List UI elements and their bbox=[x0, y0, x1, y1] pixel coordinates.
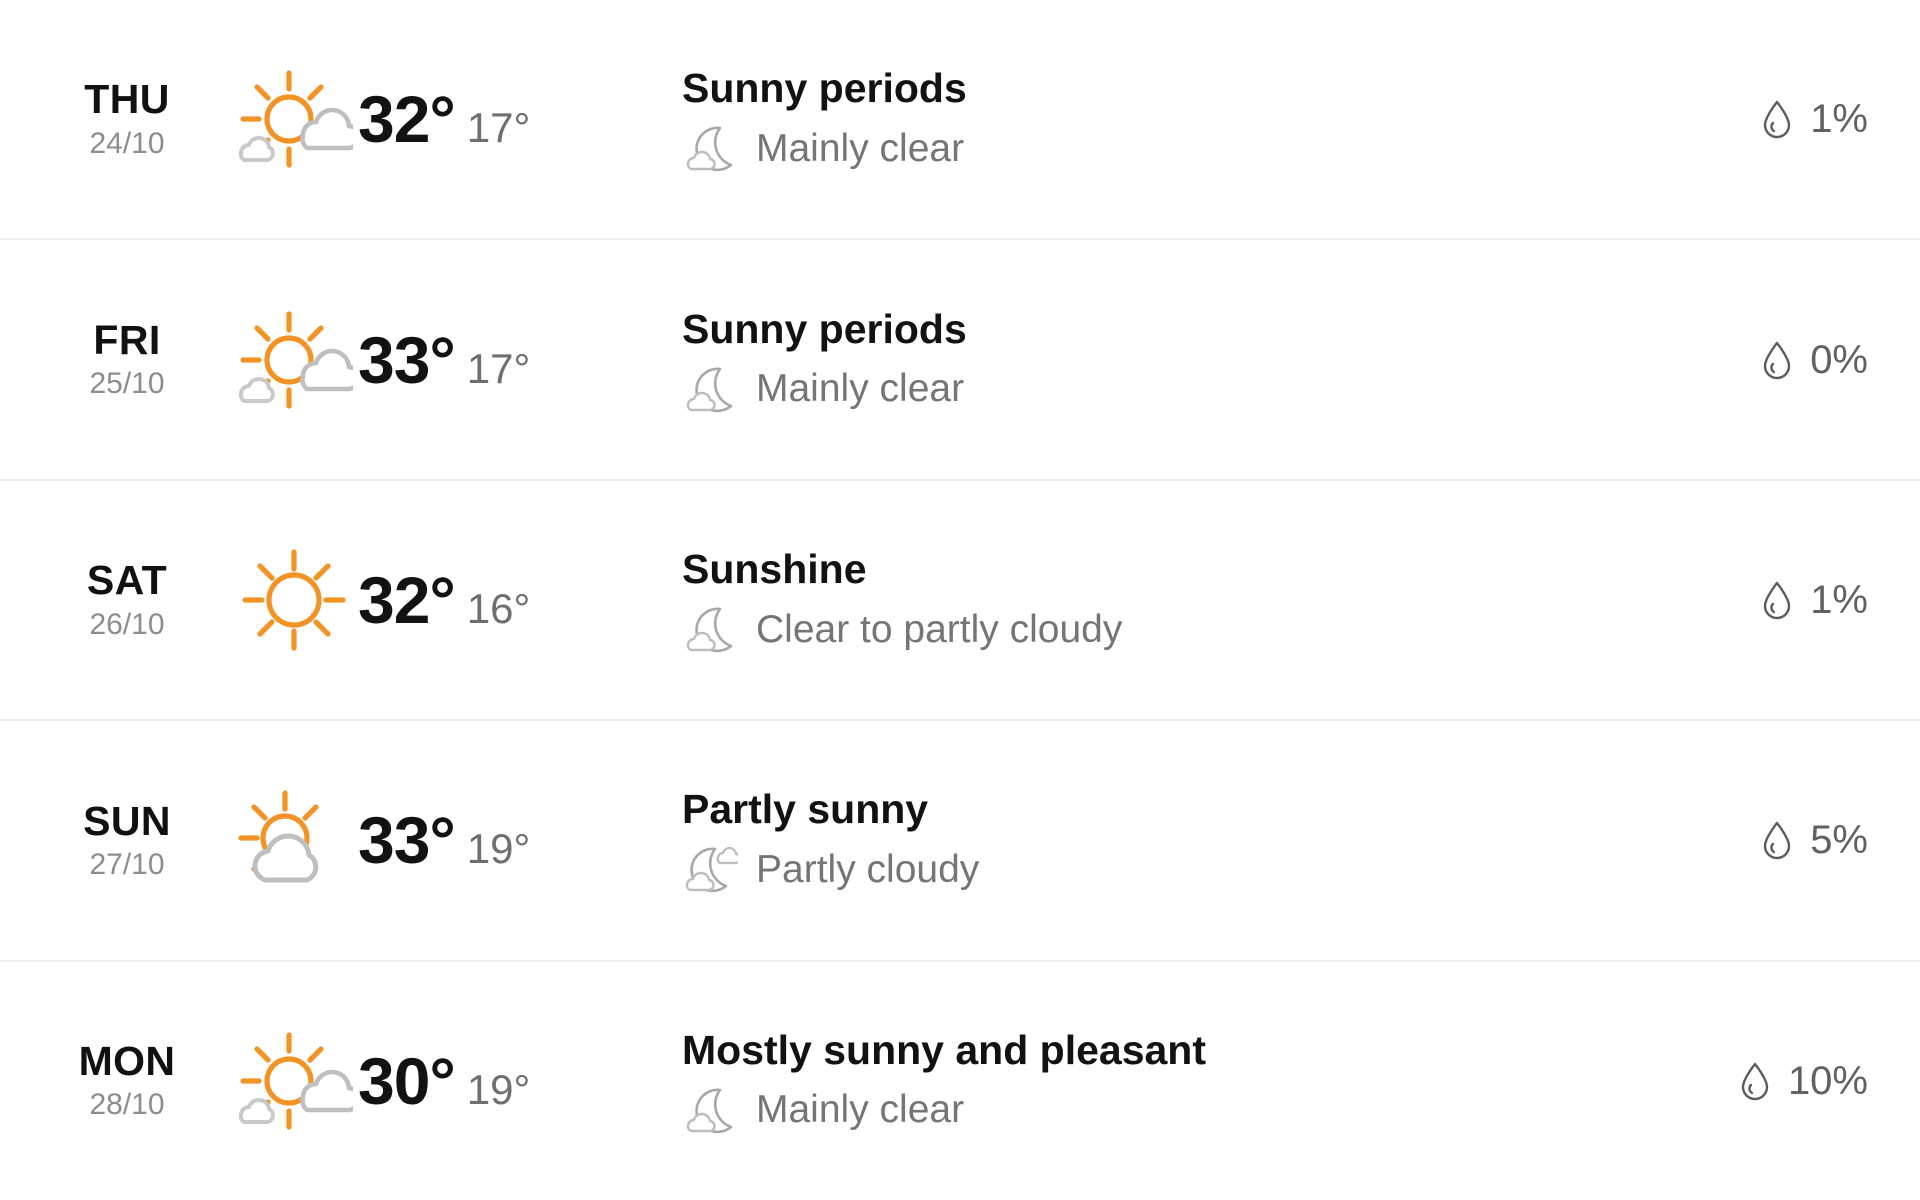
crescent-moon-with-cloud-icon bbox=[682, 123, 740, 175]
forecast-row[interactable]: SAT 26/10 32° 16° Sunshine Clear to partly … bbox=[0, 480, 1920, 722]
day-date-column: SAT 26/10 bbox=[34, 556, 220, 644]
temperature-column: 32° 16° bbox=[220, 545, 620, 655]
day-name: THU bbox=[84, 76, 170, 123]
crescent-moon-with-cloud-icon bbox=[682, 364, 740, 416]
night-description: Mainly clear bbox=[756, 1088, 965, 1132]
description-column: Sunshine Clear to partly cloudy bbox=[620, 544, 1650, 656]
precipitation-column: 1% bbox=[1650, 578, 1880, 622]
day-description: Sunshine bbox=[682, 546, 867, 592]
forecast-row[interactable]: FRI 25/10 33° 17° Sunny periods Mainly clea… bbox=[0, 240, 1920, 481]
day-date: 26/10 bbox=[89, 607, 165, 641]
day-description: Sunny periods bbox=[682, 305, 967, 352]
night-description-row: Partly cloudy bbox=[682, 844, 1650, 896]
night-description-row: Mainly clear bbox=[682, 123, 1650, 175]
description-column: Mostly sunny and pleasant Mainly clear bbox=[620, 1025, 1650, 1137]
temperature-column: 33° 19° bbox=[220, 785, 620, 895]
temperature-low: 19° bbox=[466, 1065, 531, 1113]
water-droplet-icon bbox=[1738, 1059, 1772, 1103]
sun-behind-small-cloud-icon bbox=[232, 64, 356, 174]
forecast-row[interactable]: SUN 27/10 33° 19° Partly sunny Partly cloud… bbox=[0, 721, 1920, 962]
temperature-block: 32° 17° bbox=[358, 86, 530, 152]
night-description: Partly cloudy bbox=[756, 848, 980, 892]
sun-icon bbox=[232, 545, 356, 655]
temperature-low: 17° bbox=[466, 344, 531, 392]
night-description: Clear to partly cloudy bbox=[756, 607, 1123, 651]
day-date: 24/10 bbox=[89, 126, 165, 160]
day-name: MON bbox=[78, 1037, 176, 1084]
description-column: Sunny periods Mainly clear bbox=[620, 63, 1650, 175]
temperature-high: 32° bbox=[358, 82, 456, 157]
temperature-block: 32° 16° bbox=[358, 567, 530, 633]
temperature-low: 17° bbox=[466, 104, 531, 152]
water-droplet-icon bbox=[1760, 338, 1794, 382]
precipitation-probability: 5% bbox=[1810, 818, 1868, 863]
water-droplet-icon bbox=[1760, 578, 1794, 622]
temperature-high: 32° bbox=[358, 563, 456, 638]
crescent-moon-with-two-clouds-icon bbox=[682, 844, 740, 896]
temperature-block: 33° 17° bbox=[358, 327, 530, 393]
night-description: Mainly clear bbox=[756, 126, 965, 170]
temperature-high: 33° bbox=[358, 322, 456, 397]
temperature-low: 19° bbox=[466, 825, 531, 873]
day-date: 28/10 bbox=[89, 1088, 165, 1122]
day-description: Mostly sunny and pleasant bbox=[682, 1026, 1206, 1073]
day-description: Partly sunny bbox=[682, 786, 929, 833]
temperature-column: 30° 19° bbox=[220, 1026, 620, 1136]
night-description-row: Mainly clear bbox=[682, 364, 1650, 416]
temperature-high: 30° bbox=[358, 1043, 456, 1118]
day-date-column: SUN 27/10 bbox=[34, 797, 220, 885]
description-column: Sunny periods Mainly clear bbox=[620, 304, 1650, 416]
precipitation-column: 1% bbox=[1650, 97, 1880, 141]
precipitation-column: 10% bbox=[1650, 1059, 1880, 1103]
temperature-high: 33° bbox=[358, 803, 456, 878]
water-droplet-icon bbox=[1760, 818, 1794, 862]
forecast-row[interactable]: MON 28/10 30° 19° Mostly sunny and pleasant… bbox=[0, 961, 1920, 1200]
crescent-moon-with-cloud-icon bbox=[682, 604, 740, 656]
temperature-low: 16° bbox=[466, 585, 531, 633]
day-date-column: MON 28/10 bbox=[34, 1037, 220, 1125]
crescent-moon-with-cloud-icon bbox=[682, 1085, 740, 1137]
temperature-block: 30° 19° bbox=[358, 1048, 530, 1114]
temperature-column: 33° 17° bbox=[220, 305, 620, 415]
precipitation-probability: 10% bbox=[1787, 1058, 1868, 1103]
night-description: Mainly clear bbox=[756, 367, 965, 411]
day-name: SUN bbox=[83, 797, 171, 844]
temperature-column: 32° 17° bbox=[220, 64, 620, 174]
description-column: Partly sunny Partly cloudy bbox=[620, 784, 1650, 896]
night-description-row: Clear to partly cloudy bbox=[682, 604, 1650, 656]
day-date-column: THU 24/10 bbox=[34, 75, 220, 163]
water-droplet-icon bbox=[1760, 97, 1794, 141]
day-date-column: FRI 25/10 bbox=[34, 316, 220, 404]
precipitation-column: 5% bbox=[1650, 818, 1880, 862]
precipitation-probability: 1% bbox=[1810, 578, 1868, 623]
day-description: Sunny periods bbox=[682, 65, 967, 112]
day-name: SAT bbox=[86, 557, 168, 604]
night-description-row: Mainly clear bbox=[682, 1085, 1650, 1137]
day-date: 27/10 bbox=[89, 847, 165, 881]
sun-behind-small-cloud-icon bbox=[232, 1026, 356, 1136]
day-date: 25/10 bbox=[89, 367, 165, 401]
precipitation-column: 0% bbox=[1650, 338, 1880, 382]
daily-forecast-list: THU 24/10 32° 17° Sunny periods Mainly clea… bbox=[0, 0, 1920, 1200]
sun-behind-large-cloud-icon bbox=[232, 785, 356, 895]
sun-behind-small-cloud-icon bbox=[232, 305, 356, 415]
precipitation-probability: 0% bbox=[1810, 337, 1868, 382]
precipitation-probability: 1% bbox=[1810, 97, 1868, 142]
day-name: FRI bbox=[93, 316, 161, 363]
forecast-row[interactable]: THU 24/10 32° 17° Sunny periods Mainly clea… bbox=[0, 0, 1920, 241]
temperature-block: 33° 19° bbox=[358, 807, 530, 873]
